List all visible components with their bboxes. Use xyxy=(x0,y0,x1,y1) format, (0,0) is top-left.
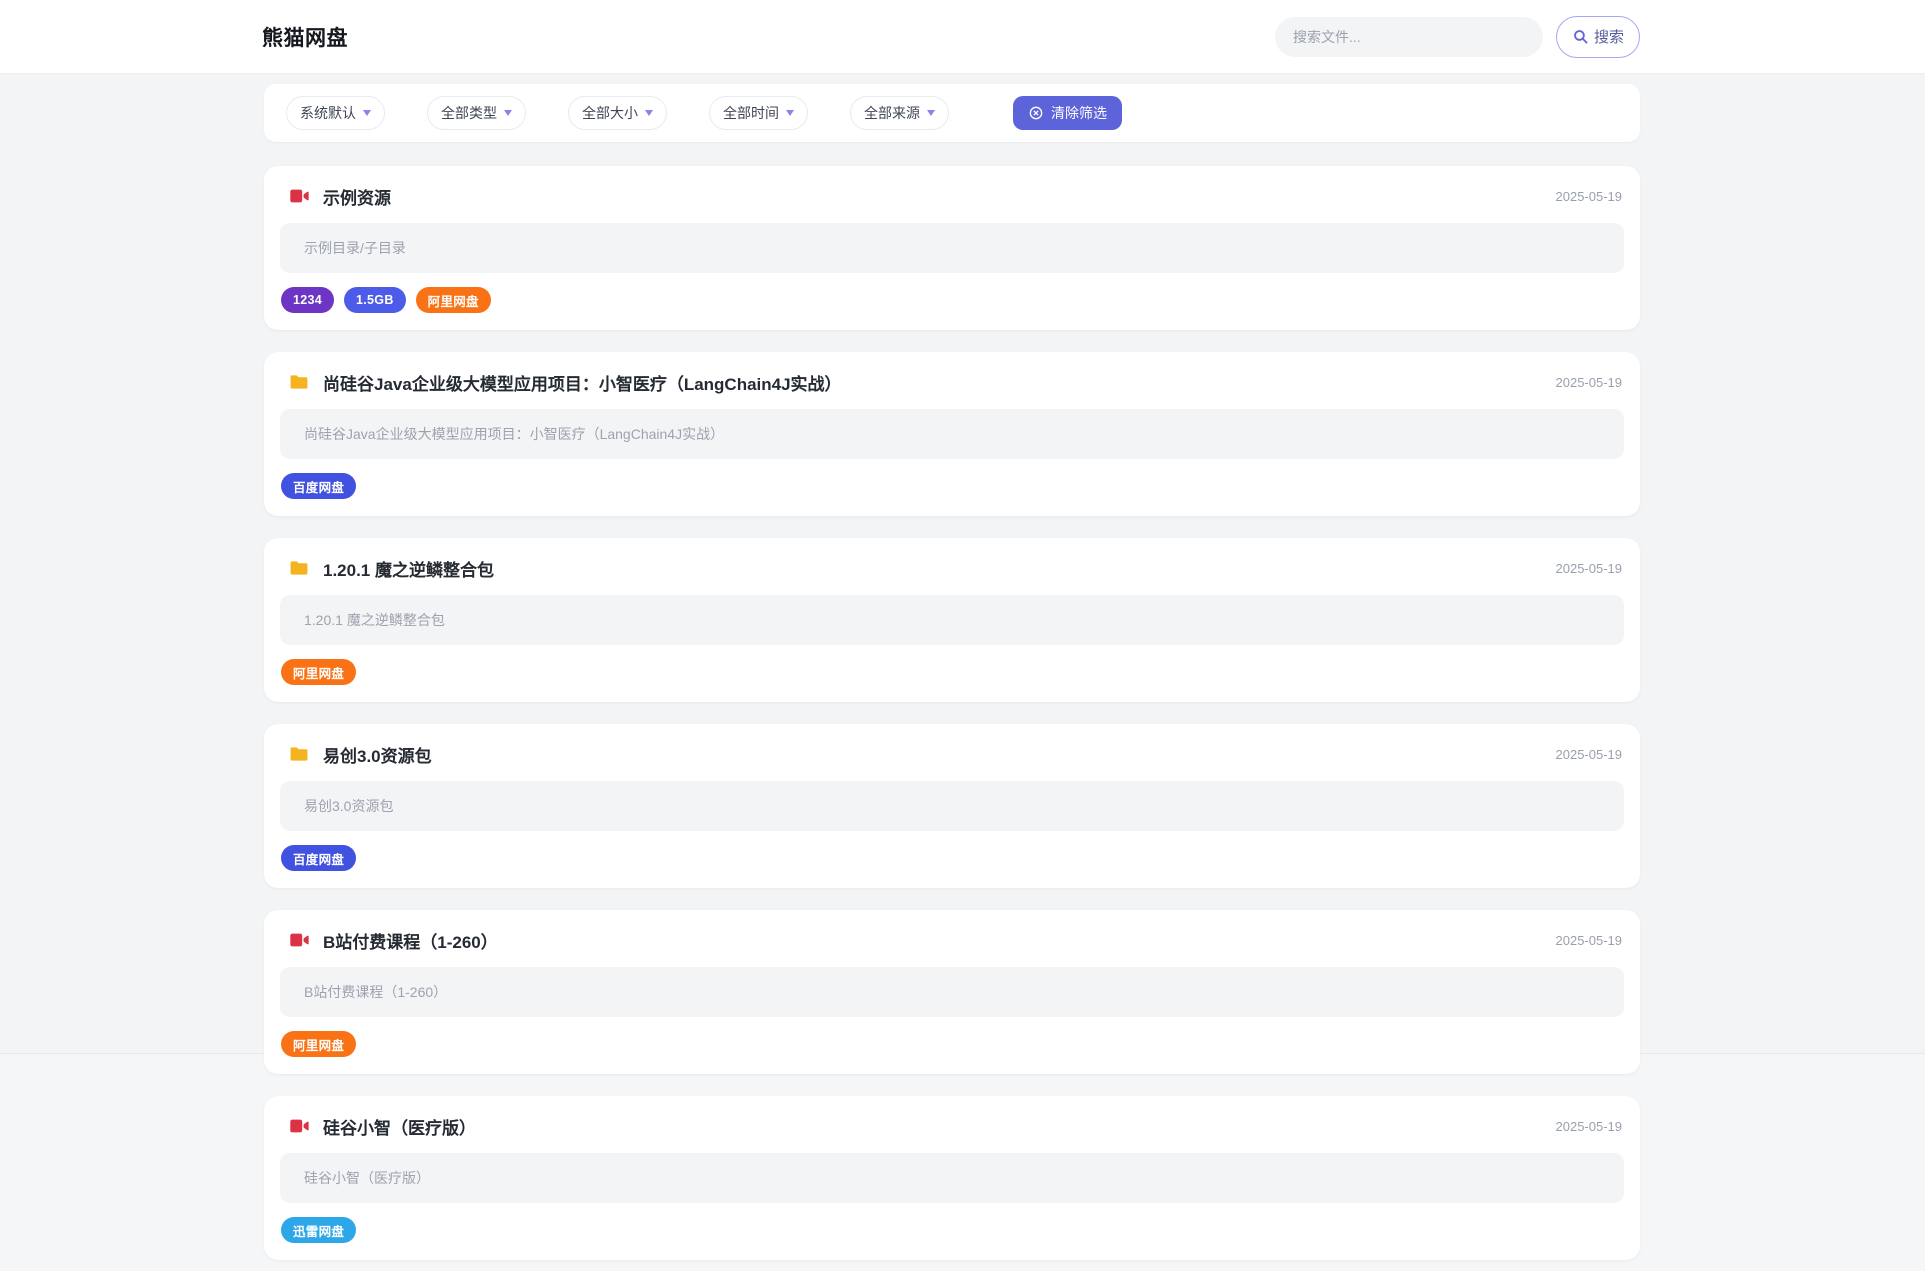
result-description: B站付费课程（1-260） xyxy=(280,967,1624,1017)
result-card-head: 示例资源 2025-05-19 xyxy=(280,166,1624,208)
result-card[interactable]: 硅谷小智（医疗版） 2025-05-19 硅谷小智（医疗版） 迅雷网盘 xyxy=(264,1096,1640,1260)
result-card-head: 易创3.0资源包 2025-05-19 xyxy=(280,724,1624,766)
tag-badge: 阿里网盘 xyxy=(281,1031,357,1057)
filter-dropdown[interactable]: 全部类型 xyxy=(427,96,526,130)
result-title: B站付费课程（1-260） xyxy=(323,932,498,952)
filter-dropdown-label: 全部时间 xyxy=(723,105,779,121)
card-tags: 阿里网盘 xyxy=(280,659,1624,685)
filter-dropdown[interactable]: 全部时间 xyxy=(709,96,808,130)
chevron-down-icon xyxy=(786,110,794,116)
result-description: 1.20.1 魔之逆鳞整合包 xyxy=(280,595,1624,645)
filter-dropdown[interactable]: 全部大小 xyxy=(568,96,667,130)
circle-x-icon xyxy=(1028,105,1044,121)
filter-dropdown[interactable]: 全部来源 xyxy=(850,96,949,130)
result-title: 易创3.0资源包 xyxy=(323,746,432,766)
search-button[interactable]: 搜索 xyxy=(1555,15,1640,58)
results-list: 示例资源 2025-05-19 示例目录/子目录 1234 1.5GB 阿里网盘… xyxy=(264,166,1640,1260)
result-card-head: 1.20.1 魔之逆鳞整合包 2025-05-19 xyxy=(280,538,1624,580)
result-date: 2025-05-19 xyxy=(1555,932,1623,948)
clear-filters-button[interactable]: 清除筛选 xyxy=(1013,96,1122,130)
result-card[interactable]: 1.20.1 魔之逆鳞整合包 2025-05-19 1.20.1 魔之逆鳞整合包… xyxy=(264,538,1640,702)
card-tags: 百度网盘 xyxy=(280,473,1624,499)
header-inner: 熊猫网盘 搜索 xyxy=(262,0,1640,73)
result-card[interactable]: 尚硅谷Java企业级大模型应用项目：小智医疗（LangChain4J实战） 20… xyxy=(264,352,1640,516)
folder-icon xyxy=(288,557,310,579)
main-content: 系统默认 全部类型 全部大小 全部时间 全部来源 清除筛选 示例资源 2025-… xyxy=(264,84,1640,1260)
tag-badge: 1.5GB xyxy=(344,287,406,313)
card-tags: 百度网盘 xyxy=(280,845,1624,871)
result-title: 尚硅谷Java企业级大模型应用项目：小智医疗（LangChain4J实战） xyxy=(323,374,842,394)
result-card-head: B站付费课程（1-260） 2025-05-19 xyxy=(280,910,1624,952)
result-title: 示例资源 xyxy=(323,188,391,208)
result-card[interactable]: 示例资源 2025-05-19 示例目录/子目录 1234 1.5GB 阿里网盘 xyxy=(264,166,1640,330)
video-icon xyxy=(288,929,310,951)
result-title: 1.20.1 魔之逆鳞整合包 xyxy=(323,560,494,580)
result-date: 2025-05-19 xyxy=(1555,188,1623,204)
result-date: 2025-05-19 xyxy=(1555,560,1623,576)
tag-badge: 1234 xyxy=(281,287,335,313)
chevron-down-icon xyxy=(363,110,371,116)
filter-dropdown-label: 全部类型 xyxy=(441,105,497,121)
header-search: 搜索 xyxy=(1274,15,1640,58)
result-card-head: 硅谷小智（医疗版） 2025-05-19 xyxy=(280,1096,1624,1138)
result-card[interactable]: B站付费课程（1-260） 2025-05-19 B站付费课程（1-260） 阿… xyxy=(264,910,1640,1074)
search-button-label: 搜索 xyxy=(1593,29,1624,46)
tag-badge: 阿里网盘 xyxy=(415,287,491,313)
folder-icon xyxy=(288,371,310,393)
result-description: 硅谷小智（医疗版） xyxy=(280,1153,1624,1203)
filter-bar: 系统默认 全部类型 全部大小 全部时间 全部来源 清除筛选 xyxy=(264,84,1640,142)
result-description: 示例目录/子目录 xyxy=(280,223,1624,273)
result-card[interactable]: 易创3.0资源包 2025-05-19 易创3.0资源包 百度网盘 xyxy=(264,724,1640,888)
result-date: 2025-05-19 xyxy=(1555,1118,1623,1134)
folder-icon xyxy=(288,743,310,765)
tag-badge: 百度网盘 xyxy=(281,845,357,871)
site-title: 熊猫网盘 xyxy=(262,26,348,50)
result-date: 2025-05-19 xyxy=(1555,746,1623,762)
filter-dropdown-label: 系统默认 xyxy=(300,105,356,121)
tag-badge: 阿里网盘 xyxy=(281,659,357,685)
clear-filters-label: 清除筛选 xyxy=(1051,105,1107,121)
filter-dropdown[interactable]: 系统默认 xyxy=(286,96,385,130)
result-card-head: 尚硅谷Java企业级大模型应用项目：小智医疗（LangChain4J实战） 20… xyxy=(280,352,1624,394)
card-tags: 阿里网盘 xyxy=(280,1031,1624,1057)
card-tags: 1234 1.5GB 阿里网盘 xyxy=(280,287,1624,313)
result-description: 易创3.0资源包 xyxy=(280,781,1624,831)
chevron-down-icon xyxy=(927,110,935,116)
chevron-down-icon xyxy=(504,110,512,116)
result-title: 硅谷小智（医疗版） xyxy=(323,1118,476,1138)
video-icon xyxy=(288,1115,310,1137)
search-input[interactable] xyxy=(1274,16,1543,57)
tag-badge: 百度网盘 xyxy=(281,473,357,499)
card-tags: 迅雷网盘 xyxy=(280,1217,1624,1243)
search-icon xyxy=(1572,28,1589,45)
filter-dropdown-label: 全部大小 xyxy=(582,105,638,121)
result-description: 尚硅谷Java企业级大模型应用项目：小智医疗（LangChain4J实战） xyxy=(280,409,1624,459)
chevron-down-icon xyxy=(645,110,653,116)
header: 熊猫网盘 搜索 xyxy=(0,0,1925,74)
video-icon xyxy=(288,185,310,207)
result-date: 2025-05-19 xyxy=(1555,374,1623,390)
filter-dropdown-label: 全部来源 xyxy=(864,105,920,121)
tag-badge: 迅雷网盘 xyxy=(281,1217,357,1243)
